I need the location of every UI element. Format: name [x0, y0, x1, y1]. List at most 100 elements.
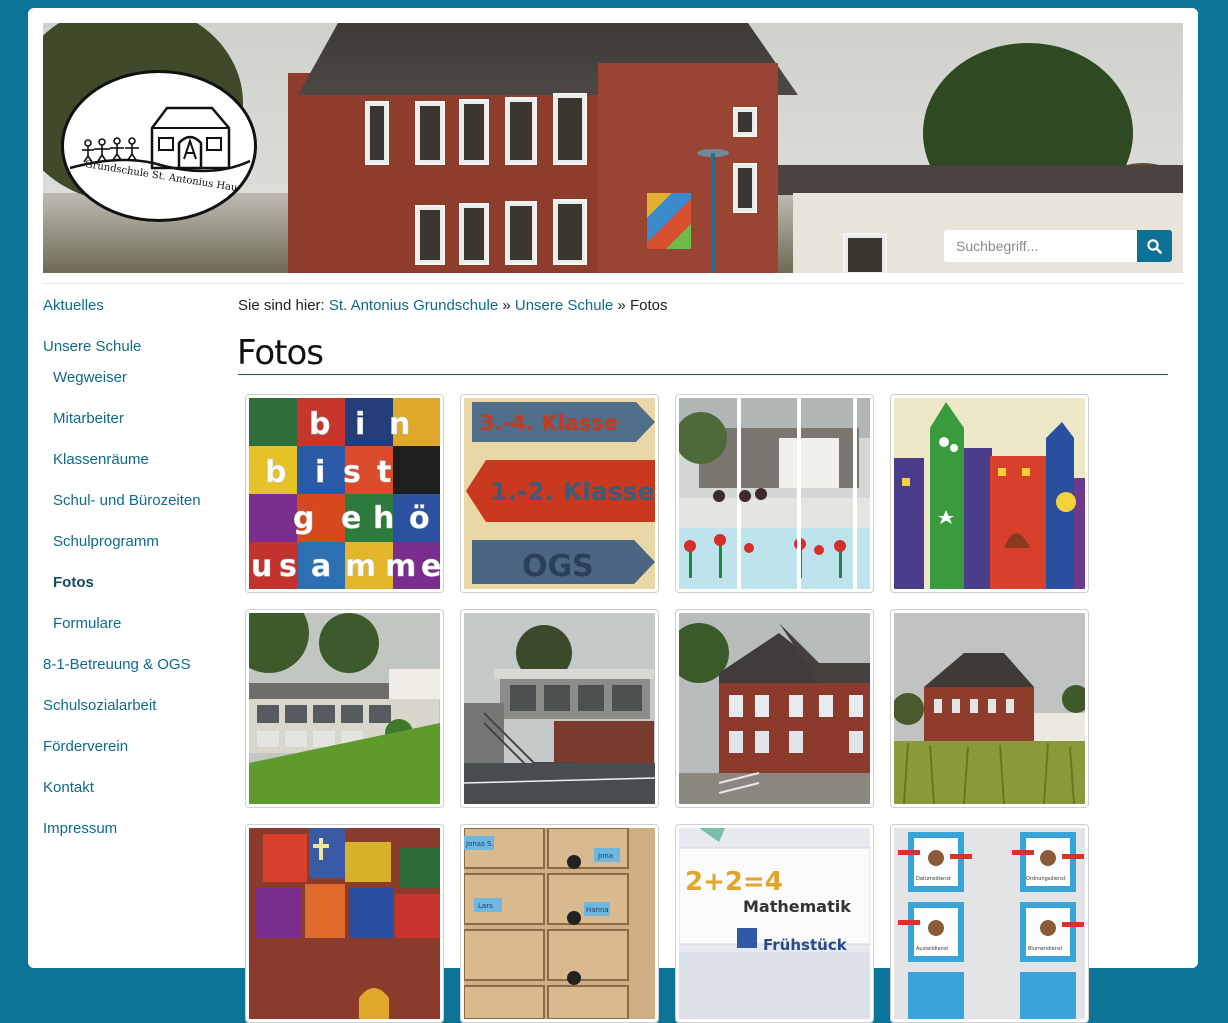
- tile-letter: e: [341, 501, 361, 536]
- search-icon: [1147, 239, 1162, 254]
- tile-letter: e: [421, 549, 440, 584]
- photo-letter-tiles: b i n b i s t g e h ö u s a m m e: [249, 398, 440, 589]
- photo-cornfield-school: [894, 613, 1085, 804]
- search-button[interactable]: [1137, 230, 1172, 262]
- card-label: Blumendienst: [1028, 946, 1063, 952]
- gallery-thumb-math-poster[interactable]: 2+2=4 Mathematik Frühstück: [675, 824, 874, 1023]
- breadcrumb-separator: »: [502, 297, 511, 314]
- photo-school-stairs: [464, 613, 655, 804]
- school-logo[interactable]: Grundschule St. Antonius Hau: [61, 70, 257, 222]
- banner-window: [459, 99, 489, 165]
- banner-window: [553, 199, 587, 265]
- sign-text: 3.-4. Klasse: [480, 411, 618, 435]
- sidebar-item-klassenraeume[interactable]: Klassenräume: [53, 451, 149, 468]
- sidebar-item-foerderverein[interactable]: Förderverein: [43, 738, 128, 755]
- page-title: Fotos: [237, 333, 324, 373]
- sidebar-item-schulsozialarbeit[interactable]: Schulsozialarbeit: [43, 697, 156, 714]
- banner-wall-art: [647, 193, 691, 249]
- banner-window: [415, 101, 445, 165]
- letter-tiles-image: b i n b i s t g e h ö u s a m m e: [249, 398, 440, 589]
- sidebar-item-mitarbeiter[interactable]: Mitarbeiter: [53, 410, 124, 427]
- banner-street-lamp: [711, 153, 715, 273]
- tile-letter: g: [293, 501, 314, 536]
- monster-houses-image: [894, 398, 1085, 589]
- tile-letter: m: [345, 549, 376, 584]
- sign-text: OGS: [522, 549, 594, 584]
- photo-monster-houses: [894, 398, 1085, 589]
- sidebar-item-aktuelles[interactable]: Aktuelles: [43, 297, 104, 314]
- tile-letter: ö: [409, 501, 430, 536]
- photo-math-poster: 2+2=4 Mathematik Frühstück: [679, 828, 870, 1019]
- class-signs-image: 3.-4. Klasse 1.-2. Klasse OGS: [464, 398, 655, 589]
- banner-window: [553, 93, 587, 165]
- tile-letter: a: [311, 549, 331, 584]
- school-lawn-image: [249, 613, 440, 804]
- header-divider: [43, 283, 1183, 284]
- banner-window: [459, 203, 489, 265]
- math-text: Mathematik: [743, 897, 851, 916]
- gallery-thumb-drawers[interactable]: Jonas S. Jona Lars Hanna: [460, 824, 659, 1023]
- gallery-thumb-window-painting[interactable]: [675, 394, 874, 593]
- tile-letter: b: [265, 455, 286, 490]
- gallery-thumb-monster-houses[interactable]: [890, 394, 1089, 593]
- breadcrumb-link-home[interactable]: St. Antonius Grundschule: [329, 297, 498, 314]
- sidebar-item-impressum[interactable]: Impressum: [43, 820, 117, 837]
- sidebar-item-unsere-schule[interactable]: Unsere Schule: [43, 338, 141, 355]
- banner-annex-roof: [778, 165, 1183, 195]
- drawer-label: Lars: [478, 902, 493, 910]
- drawer-label: Hanna: [586, 906, 609, 914]
- cornfield-school-image: [894, 613, 1085, 804]
- banner-window: [415, 205, 445, 265]
- tile-letter: i: [355, 407, 365, 442]
- tile-letter: u: [251, 549, 272, 584]
- gallery-thumb-picture-cards[interactable]: Datumsdienst Ordnungsdienst Austeildiens…: [890, 824, 1089, 1023]
- sidebar-item-kontakt[interactable]: Kontakt: [43, 779, 94, 796]
- gallery-thumb-quilt-artwork[interactable]: [245, 824, 444, 1023]
- math-text: 2+2=4: [685, 867, 783, 897]
- banner-window: [505, 201, 537, 265]
- sidebar-item-betreuung-ogs[interactable]: 8-1-Betreuung & OGS: [43, 656, 191, 673]
- tile-letter: h: [373, 501, 394, 536]
- tile-letter: m: [385, 549, 416, 584]
- drawer-label: Jona: [597, 852, 613, 860]
- gallery-thumb-cornfield-school[interactable]: [890, 609, 1089, 808]
- gallery-thumb-class-signs[interactable]: 3.-4. Klasse 1.-2. Klasse OGS: [460, 394, 659, 593]
- photo-school-lawn: [249, 613, 440, 804]
- sidebar-item-formulare[interactable]: Formulare: [53, 615, 121, 632]
- sidebar-item-fotos[interactable]: Fotos: [53, 574, 94, 591]
- math-poster-image: 2+2=4 Mathematik Frühstück: [679, 828, 870, 1019]
- gallery-thumb-letter-tiles[interactable]: b i n b i s t g e h ö u s a m m e: [245, 394, 444, 593]
- photo-quilt-artwork: [249, 828, 440, 1019]
- breadcrumb-current: Fotos: [629, 297, 668, 314]
- banner-window: [505, 97, 537, 165]
- card-label: Austeildienst: [916, 946, 948, 952]
- photo-drawers: Jonas S. Jona Lars Hanna: [464, 828, 655, 1019]
- gallery-thumb-school-lawn[interactable]: [245, 609, 444, 808]
- tile-letter: i: [315, 455, 325, 490]
- gallery-thumb-school-stairs[interactable]: [460, 609, 659, 808]
- breadcrumb: Sie sind hier: St. Antonius Grundschule …: [238, 297, 667, 314]
- photo-window-painting: [679, 398, 870, 589]
- gallery-thumb-brick-school[interactable]: [675, 609, 874, 808]
- photo-picture-cards: Datumsdienst Ordnungsdienst Austeildiens…: [894, 828, 1085, 1019]
- tile-letter: t: [377, 455, 391, 490]
- breadcrumb-link-unsere-schule[interactable]: Unsere Schule: [515, 297, 613, 314]
- tile-letter: b: [309, 407, 330, 442]
- photo-class-signs: 3.-4. Klasse 1.-2. Klasse OGS: [464, 398, 655, 589]
- banner-window: [733, 163, 757, 213]
- photo-brick-school: [679, 613, 870, 804]
- sign-text: 1.-2. Klasse: [490, 477, 654, 506]
- breadcrumb-prefix: Sie sind hier:: [238, 297, 325, 314]
- math-text: Frühstück: [763, 936, 848, 954]
- page-container: Grundschule St. Antonius Hau Aktuelles U…: [28, 8, 1198, 1023]
- breadcrumb-separator: »: [617, 297, 626, 314]
- title-divider: [238, 374, 1168, 375]
- sidebar-item-schulprogramm[interactable]: Schulprogramm: [53, 533, 159, 550]
- search-input[interactable]: [944, 230, 1137, 262]
- window-painting-image: [679, 398, 870, 589]
- sidebar-item-wegweiser[interactable]: Wegweiser: [53, 369, 127, 386]
- card-label: Datumsdienst: [916, 876, 951, 882]
- sidebar-item-schul-und-buerozeiten[interactable]: Schul- und Bürozeiten: [53, 492, 201, 509]
- school-stairs-image: [464, 613, 655, 804]
- card-label: Ordnungsdienst: [1026, 876, 1066, 882]
